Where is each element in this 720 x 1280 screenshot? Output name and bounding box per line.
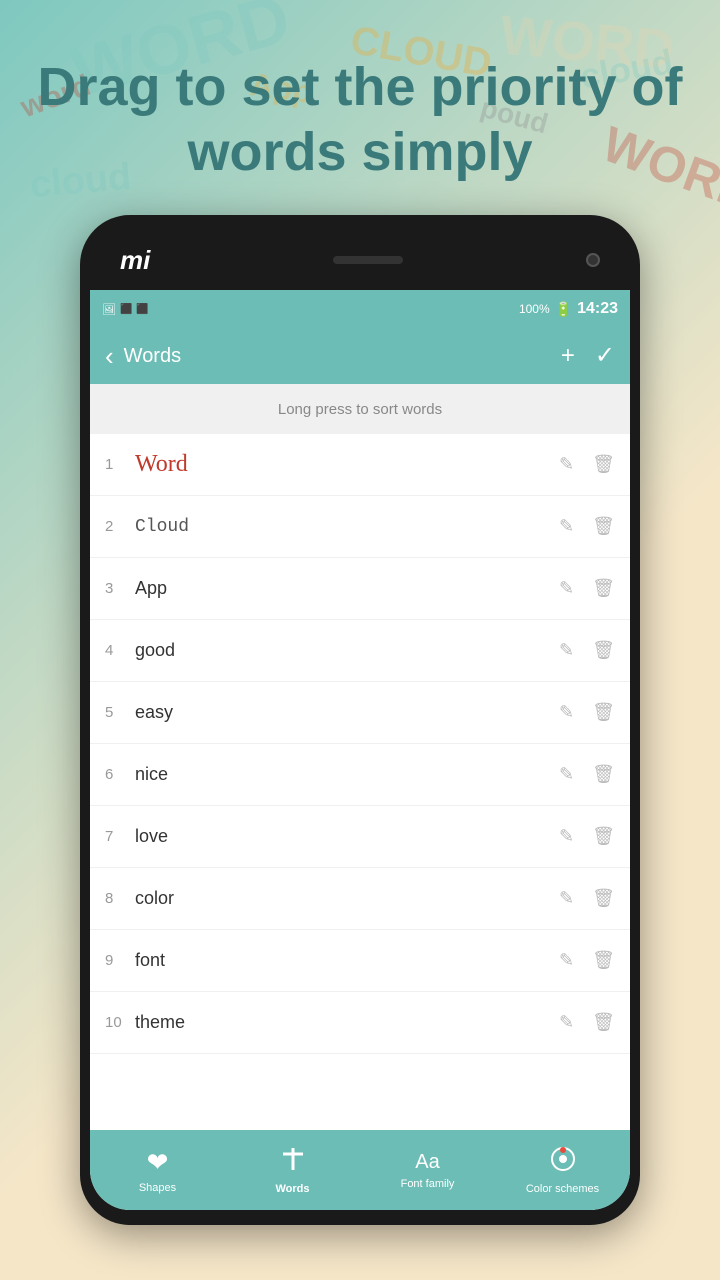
- delete-icon[interactable]: 🗑: [592, 640, 615, 661]
- status-icon-2: ⬛: [136, 304, 148, 315]
- battery-percent: 100%: [519, 302, 550, 316]
- font-family-nav-label: Font family: [401, 1178, 455, 1190]
- add-button[interactable]: +: [561, 344, 575, 368]
- delete-icon[interactable]: 🗑: [592, 1012, 615, 1033]
- word-item: 2Cloud✎🗑: [90, 496, 630, 558]
- word-actions: ✎🗑: [559, 516, 615, 537]
- color-schemes-nav-label: Color schemes: [526, 1183, 599, 1195]
- toolbar-title: Words: [124, 345, 561, 368]
- status-icon-1: ⬛: [120, 304, 132, 315]
- word-number: 4: [105, 642, 135, 659]
- nav-item-words[interactable]: Words: [225, 1146, 360, 1195]
- font-family-nav-icon: Aa: [415, 1151, 439, 1174]
- word-number: 2: [105, 518, 135, 535]
- status-bar: 🖼 ⬛ ⬛ 100% 🔋 14:23: [90, 290, 630, 328]
- word-text: color: [135, 888, 559, 909]
- delete-icon[interactable]: 🗑: [592, 516, 615, 537]
- word-item: 9font✎🗑: [90, 930, 630, 992]
- word-number: 9: [105, 952, 135, 969]
- color-schemes-nav-icon: [550, 1146, 576, 1179]
- edit-icon[interactable]: ✎: [559, 950, 574, 971]
- edit-icon[interactable]: ✎: [559, 578, 574, 599]
- words-nav-label: Words: [275, 1183, 309, 1195]
- word-text: love: [135, 826, 559, 847]
- delete-icon[interactable]: 🗑: [592, 454, 615, 475]
- word-item: 7love✎🗑: [90, 806, 630, 868]
- app-toolbar: ‹ Words + ✓: [90, 328, 630, 384]
- edit-icon[interactable]: ✎: [559, 764, 574, 785]
- clock: 14:23: [577, 300, 618, 318]
- hero-title: Drag to set the priority of words simply: [0, 55, 720, 185]
- nav-item-font-family[interactable]: Aa Font family: [360, 1151, 495, 1190]
- word-text: nice: [135, 764, 559, 785]
- phone-speaker: [333, 256, 403, 264]
- nav-item-color-schemes[interactable]: Color schemes: [495, 1146, 630, 1195]
- word-actions: ✎🗑: [559, 702, 615, 723]
- word-item: 10theme✎🗑: [90, 992, 630, 1054]
- phone-top-bar: mi: [90, 230, 630, 290]
- sort-hint-text: Long press to sort words: [278, 401, 442, 418]
- word-actions: ✎🗑: [559, 578, 615, 599]
- edit-icon[interactable]: ✎: [559, 516, 574, 537]
- edit-icon[interactable]: ✎: [559, 640, 574, 661]
- phone-frame: mi 🖼 ⬛ ⬛ 100% 🔋 14:23 ‹ Words + ✓: [80, 215, 640, 1225]
- shapes-nav-label: Shapes: [139, 1182, 176, 1194]
- phone-camera: [586, 253, 600, 267]
- word-text: good: [135, 640, 559, 661]
- status-left-icons: 🖼 ⬛ ⬛: [102, 303, 149, 316]
- word-text: Word: [135, 451, 559, 478]
- toolbar-actions: + ✓: [561, 344, 615, 368]
- battery-icon: 🔋: [555, 301, 572, 318]
- app-content: 🖼 ⬛ ⬛ 100% 🔋 14:23 ‹ Words + ✓ Long pres…: [90, 290, 630, 1210]
- word-actions: ✎🗑: [559, 888, 615, 909]
- word-actions: ✎🗑: [559, 640, 615, 661]
- word-actions: ✎🗑: [559, 764, 615, 785]
- word-number: 5: [105, 704, 135, 721]
- edit-icon[interactable]: ✎: [559, 1012, 574, 1033]
- word-item: 5easy✎🗑: [90, 682, 630, 744]
- edit-icon[interactable]: ✎: [559, 454, 574, 475]
- word-number: 7: [105, 828, 135, 845]
- word-number: 6: [105, 766, 135, 783]
- word-number: 10: [105, 1014, 135, 1031]
- delete-icon[interactable]: 🗑: [592, 950, 615, 971]
- nav-item-shapes[interactable]: ❤ Shapes: [90, 1147, 225, 1194]
- word-item: 4good✎🗑: [90, 620, 630, 682]
- edit-icon[interactable]: ✎: [559, 826, 574, 847]
- word-text: theme: [135, 1012, 559, 1033]
- word-actions: ✎🗑: [559, 1012, 615, 1033]
- word-actions: ✎🗑: [559, 454, 615, 475]
- word-item: 3App✎🗑: [90, 558, 630, 620]
- delete-icon[interactable]: 🗑: [592, 764, 615, 785]
- delete-icon[interactable]: 🗑: [592, 702, 615, 723]
- word-item: 1Word✎🗑: [90, 434, 630, 496]
- delete-icon[interactable]: 🗑: [592, 888, 615, 909]
- word-number: 3: [105, 580, 135, 597]
- word-text: font: [135, 950, 559, 971]
- words-list[interactable]: 1Word✎🗑2Cloud✎🗑3App✎🗑4good✎🗑5easy✎🗑6nice…: [90, 434, 630, 1130]
- word-item: 8color✎🗑: [90, 868, 630, 930]
- delete-icon[interactable]: 🗑: [592, 578, 615, 599]
- word-number: 1: [105, 456, 135, 473]
- word-actions: ✎🗑: [559, 826, 615, 847]
- back-button[interactable]: ‹: [105, 341, 114, 372]
- confirm-button[interactable]: ✓: [595, 344, 615, 368]
- words-nav-icon: [280, 1146, 306, 1179]
- word-text: easy: [135, 702, 559, 723]
- word-number: 8: [105, 890, 135, 907]
- sort-hint-bar: Long press to sort words: [90, 384, 630, 434]
- delete-icon[interactable]: 🗑: [592, 826, 615, 847]
- edit-icon[interactable]: ✎: [559, 702, 574, 723]
- word-actions: ✎🗑: [559, 950, 615, 971]
- word-text: Cloud: [135, 517, 559, 537]
- edit-icon[interactable]: ✎: [559, 888, 574, 909]
- mi-logo: mi: [120, 245, 150, 276]
- bottom-nav: ❤ Shapes Words Aa Font family Color schemes: [90, 1130, 630, 1210]
- word-text: App: [135, 578, 559, 599]
- notification-icon: 🖼: [102, 303, 116, 316]
- shapes-nav-icon: ❤: [147, 1147, 169, 1178]
- word-item: 6nice✎🗑: [90, 744, 630, 806]
